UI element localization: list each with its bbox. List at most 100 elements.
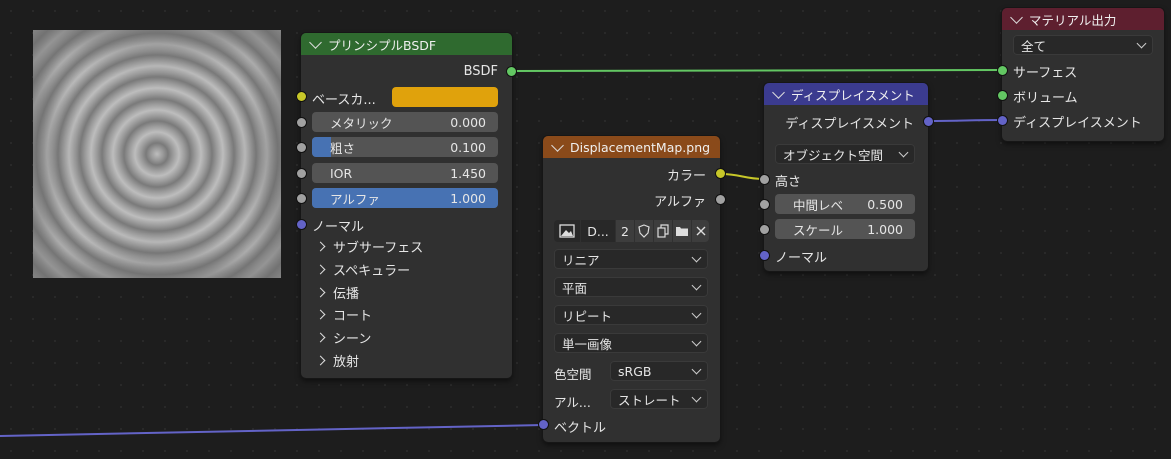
panel-emission-label: 放射 [333, 354, 360, 370]
output-displacement-socket[interactable] [998, 116, 1007, 125]
image-texture-header[interactable]: DisplacementMap.png [543, 136, 720, 158]
midlevel-socket[interactable] [760, 200, 769, 209]
panel-transmission[interactable]: 伝播 [301, 281, 512, 303]
material-output-node[interactable]: マテリアル出力 全て サーフェス ボリューム ディスプレイスメント [998, 8, 1164, 141]
extension-dropdown[interactable]: リピート [554, 305, 708, 325]
scale-field[interactable]: スケール 1.000 [775, 219, 915, 239]
interpolation-dropdown[interactable]: リニア [554, 249, 708, 269]
expand-chevron-icon [315, 309, 326, 319]
panel-subsurface[interactable]: サブサーフェス [301, 235, 512, 257]
panel-specular[interactable]: スペキュラー [301, 258, 512, 280]
scale-value: 1.000 [867, 221, 903, 237]
image-name-field[interactable]: D... [581, 220, 615, 242]
projection-dropdown[interactable]: 平面 [554, 277, 708, 297]
collapse-chevron-icon[interactable] [309, 35, 322, 49]
image-name-label: D... [587, 223, 609, 239]
image-users-count[interactable]: 2 [616, 220, 634, 242]
metallic-field[interactable]: メタリック 0.000 [312, 112, 498, 132]
principled-bsdf-title: プリンシプルBSDF [328, 37, 437, 53]
roughness-socket[interactable] [297, 143, 306, 152]
base-color-socket[interactable] [297, 92, 306, 101]
chevron-down-icon [1136, 38, 1147, 48]
chevron-down-icon [691, 392, 702, 402]
roughness-field[interactable]: 粗さ 0.100 [312, 137, 498, 157]
ior-socket[interactable] [297, 169, 306, 178]
normal-label: ノーマル [312, 220, 365, 235]
chevron-down-icon [691, 280, 702, 290]
panel-specular-label: スペキュラー [333, 263, 411, 279]
ior-field[interactable]: IOR 1.450 [312, 163, 498, 183]
midlevel-value: 0.500 [867, 196, 903, 212]
ior-value: 1.450 [450, 165, 486, 181]
panel-sheen[interactable]: シーン [301, 326, 512, 348]
displacement-header[interactable]: ディスプレイスメント [764, 83, 928, 105]
unlink-image-button[interactable] [692, 220, 709, 242]
expand-chevron-icon [315, 287, 326, 297]
expand-chevron-icon [315, 355, 326, 365]
collapse-chevron-icon[interactable] [551, 138, 564, 152]
midlevel-field[interactable]: 中間レベ 0.500 [775, 194, 915, 214]
bsdf-output-label: BSDF [463, 63, 498, 79]
colorspace-dropdown[interactable]: sRGB [610, 361, 708, 381]
panel-coat[interactable]: コート [301, 303, 512, 325]
image-texture-node[interactable]: DisplacementMap.png カラー アルファ D... 2 リニア … [539, 136, 725, 442]
normal-socket[interactable] [297, 220, 306, 229]
source-dropdown[interactable]: 単一画像 [554, 333, 708, 353]
source-value: 単一画像 [562, 336, 613, 352]
texture-preview [33, 30, 281, 278]
displacement-node[interactable]: ディスプレイスメント ディスプレイスメント オブジェクト空間 高さ 中間レベ 0… [760, 83, 933, 271]
image-icon [559, 224, 575, 238]
base-color-swatch[interactable] [392, 87, 498, 107]
chevron-down-icon [691, 336, 702, 346]
volume-label: ボリューム [1013, 91, 1078, 106]
metallic-socket[interactable] [297, 118, 306, 127]
chevron-down-icon [691, 364, 702, 374]
metallic-value: 0.000 [450, 114, 486, 130]
roughness-label: 粗さ [330, 140, 356, 156]
displacement-normal-socket[interactable] [760, 251, 769, 260]
panel-coat-label: コート [333, 308, 373, 324]
panel-emission[interactable]: 放射 [301, 349, 512, 371]
chevron-down-icon [898, 147, 909, 157]
duplicate-image-button[interactable] [654, 220, 672, 242]
displacement-normal-label: ノーマル [775, 251, 828, 266]
alpha-mode-value: ストレート [618, 392, 681, 408]
close-icon [696, 226, 705, 236]
output-target-dropdown[interactable]: 全て [1013, 35, 1153, 55]
duplicate-icon [657, 224, 669, 238]
panel-subsurface-label: サブサーフェス [333, 240, 424, 256]
space-value: オブジェクト空間 [783, 147, 884, 163]
bsdf-output-socket[interactable] [507, 67, 516, 76]
height-socket[interactable] [760, 175, 769, 184]
surface-socket[interactable] [998, 66, 1007, 75]
collapse-chevron-icon[interactable] [1010, 10, 1023, 24]
projection-value: 平面 [562, 280, 588, 296]
volume-socket[interactable] [998, 91, 1007, 100]
alpha-field[interactable]: アルファ 1.000 [312, 188, 498, 208]
color-output-label: カラー [666, 168, 706, 184]
displacement-output-socket[interactable] [924, 117, 933, 126]
panel-sheen-label: シーン [333, 331, 372, 347]
displacement-output-label: ディスプレイスメント [785, 116, 914, 132]
space-dropdown[interactable]: オブジェクト空間 [775, 144, 915, 164]
base-color-label: ベースカ... [312, 93, 376, 108]
image-users-label: 2 [621, 223, 629, 239]
roughness-fill [312, 137, 331, 157]
fake-user-button[interactable] [635, 220, 653, 242]
open-image-button[interactable] [673, 220, 691, 242]
image-browse-button[interactable] [554, 220, 580, 242]
vector-input-socket[interactable] [539, 420, 548, 429]
collapse-chevron-icon[interactable] [772, 85, 785, 99]
chevron-down-icon [691, 308, 702, 318]
alpha-socket[interactable] [297, 194, 306, 203]
alpha-mode-dropdown[interactable]: ストレート [610, 389, 708, 409]
principled-bsdf-node[interactable]: プリンシプルBSDF BSDF ベースカ... メタリック 0.000 粗さ 0… [297, 33, 516, 378]
alpha-output-label: アルファ [654, 194, 706, 210]
alpha-output-socket[interactable] [716, 195, 725, 204]
principled-bsdf-header[interactable]: プリンシプルBSDF [301, 33, 512, 55]
color-output-socket[interactable] [716, 169, 725, 178]
roughness-value: 0.100 [450, 139, 486, 155]
scale-socket[interactable] [760, 225, 769, 234]
material-output-header[interactable]: マテリアル出力 [1002, 8, 1164, 30]
midlevel-label: 中間レベ [793, 197, 844, 213]
